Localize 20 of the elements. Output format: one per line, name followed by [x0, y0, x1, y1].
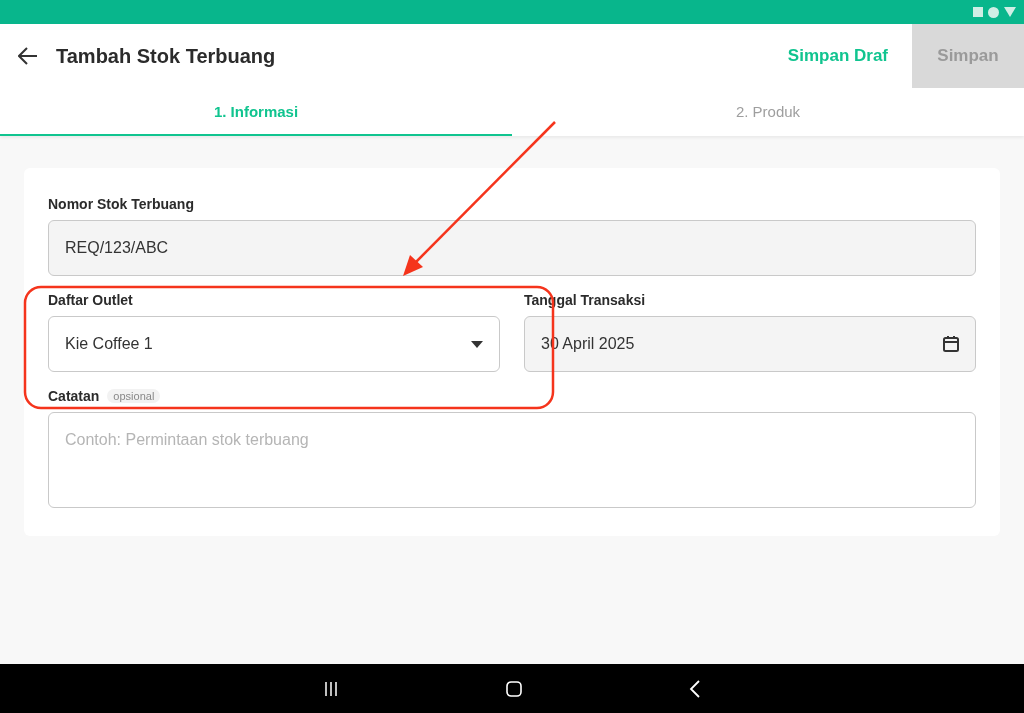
square-status-icon [973, 7, 983, 17]
optional-tag: opsional [107, 389, 161, 403]
notes-field[interactable]: Contoh: Permintaan stok terbuang [48, 412, 976, 508]
caret-icon [471, 340, 483, 348]
field-label: Catatan [48, 388, 100, 404]
triangle-status-icon [1004, 7, 1016, 17]
circle-status-icon [988, 6, 999, 18]
step-tab[interactable]: 1. Informasi [0, 88, 512, 136]
home-icon[interactable] [506, 680, 522, 697]
page-title: Tambah Stok Terbuang [56, 44, 277, 68]
recent-apps-icon[interactable] [323, 680, 340, 697]
stock-number-field[interactable]: REQ/123/ABC [48, 220, 976, 276]
outlet-dropdown[interactable]: Kie Coffee 1 [48, 316, 500, 372]
field-label: Nomor Stok Terbuang [48, 196, 195, 212]
save-draft-button[interactable]: Simpan Draf [763, 24, 912, 88]
step-tab[interactable]: 2. Produk [512, 88, 1024, 136]
field-label: Daftar Outlet [48, 292, 134, 308]
back-arrow-icon[interactable] [18, 47, 38, 65]
back-icon[interactable] [688, 679, 701, 698]
calendar-icon [943, 336, 959, 352]
